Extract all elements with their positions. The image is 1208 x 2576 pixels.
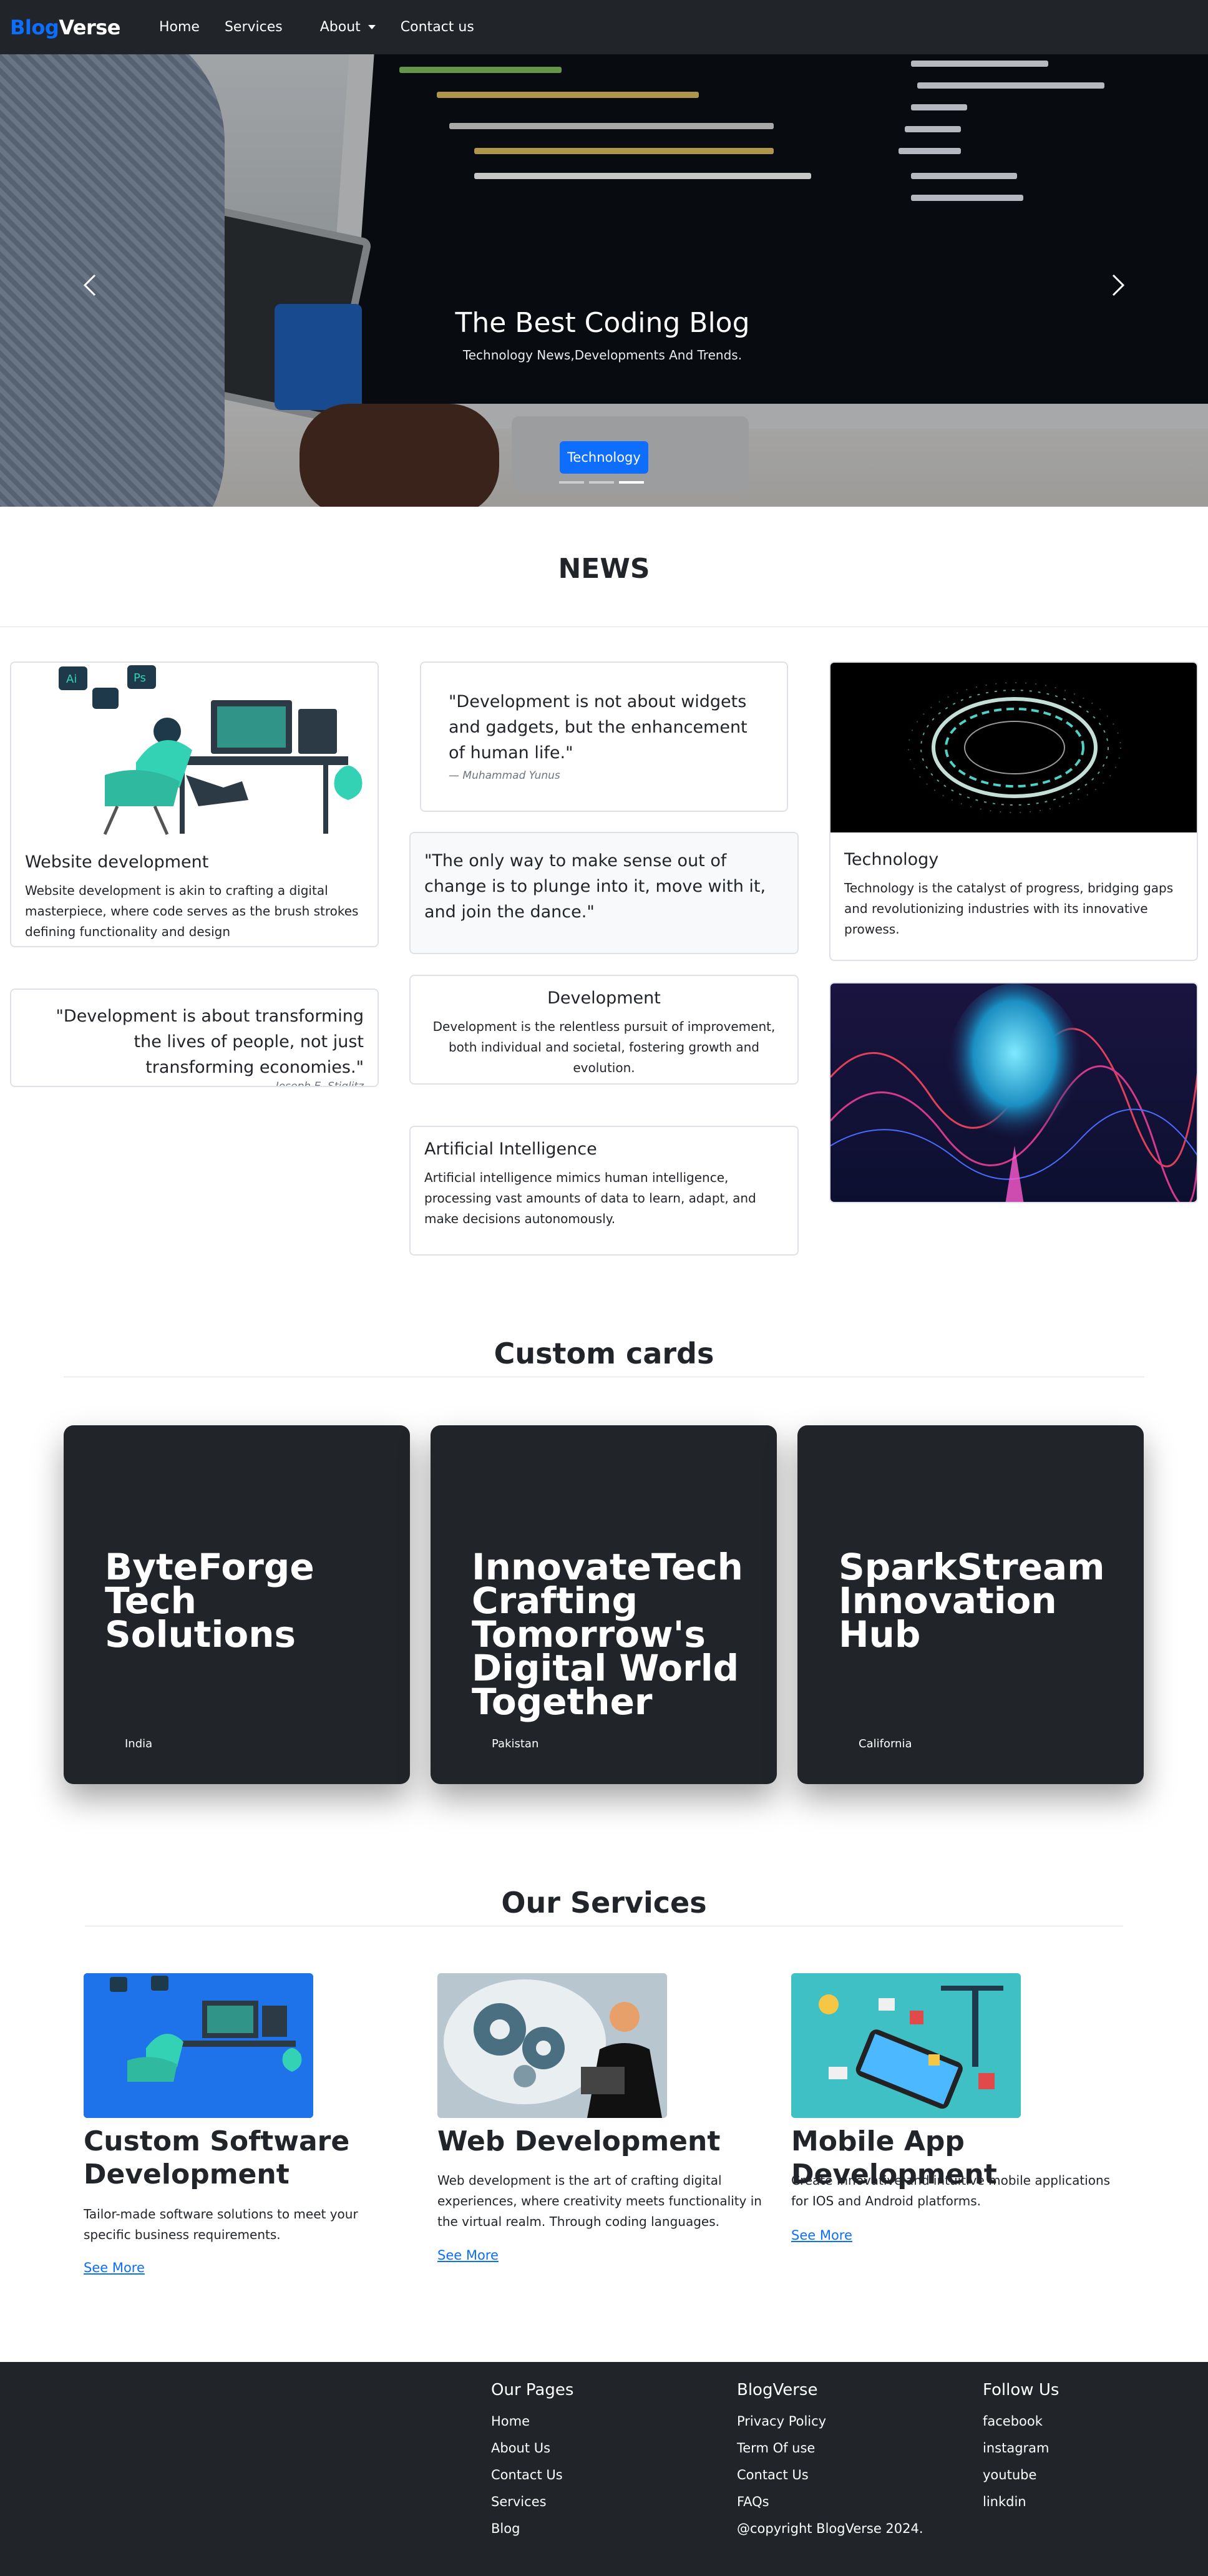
custom-card-location: India bbox=[125, 1737, 153, 1750]
custom-card-title: ByteForge Tech Solutions bbox=[105, 1546, 314, 1656]
software-illustration bbox=[84, 1973, 313, 2118]
footer-link-services[interactable]: Services bbox=[491, 2489, 573, 2515]
quote-text: "The only way to make sense out of chang… bbox=[424, 851, 766, 922]
service-see-more-link[interactable]: See More bbox=[437, 2248, 499, 2263]
web-dev-illustration bbox=[437, 1973, 667, 2118]
nav-contact[interactable]: Contact us bbox=[388, 19, 487, 35]
service-text: Create innovative and intuitive mobile a… bbox=[791, 2173, 1111, 2208]
quote-text: "Development is about transforming the l… bbox=[56, 1007, 364, 1077]
service-image-software bbox=[84, 1973, 313, 2118]
footer-heading: Our Pages bbox=[491, 2381, 574, 2399]
quote-text: "Development is not about widgets and ga… bbox=[449, 692, 748, 763]
service-image-web bbox=[437, 1973, 667, 2118]
carousel-prev-button[interactable] bbox=[77, 273, 102, 298]
technology-button[interactable]: Technology bbox=[560, 441, 648, 474]
card-title: Technology bbox=[844, 850, 939, 869]
card-ai-image bbox=[829, 982, 1198, 1203]
technology-ring-image bbox=[830, 663, 1197, 832]
footer-link-about-us[interactable]: About Us bbox=[491, 2435, 573, 2462]
card-development: Development Development is the relentles… bbox=[409, 975, 799, 1085]
card-text: Development is the relentless pursuit of… bbox=[432, 1019, 776, 1075]
carousel-indicator-1[interactable] bbox=[559, 481, 584, 484]
navbar: BlogVerse Home Services About Contact us bbox=[0, 0, 1208, 54]
carousel-caption: The Best Coding Blog Technology News,Dev… bbox=[0, 307, 1208, 363]
developer-illustration: Ai Ps bbox=[11, 663, 378, 837]
hero-title: The Best Coding Blog bbox=[455, 307, 750, 339]
service-see-more-link[interactable]: See More bbox=[791, 2228, 852, 2243]
chevron-down-icon bbox=[368, 25, 376, 29]
nav-menu: Home Services About Contact us bbox=[147, 19, 487, 35]
footer-heading: Follow Us bbox=[983, 2381, 1059, 2399]
footer-link-faqs[interactable]: FAQs bbox=[737, 2489, 923, 2515]
footer-link-blog[interactable]: Blog bbox=[491, 2515, 573, 2542]
news-heading: NEWS bbox=[558, 553, 650, 585]
footer-link-privacy-policy[interactable]: Privacy Policy bbox=[737, 2408, 923, 2435]
carousel-next-button[interactable] bbox=[1106, 273, 1131, 298]
card-artificial-intelligence: Artificial Intelligence Artificial intel… bbox=[409, 1126, 799, 1256]
nav-about-dropdown[interactable]: About bbox=[308, 19, 388, 35]
hero-carousel: The Best Coding Blog Technology News,Dev… bbox=[0, 54, 1208, 507]
nav-home[interactable]: Home bbox=[147, 19, 212, 35]
quote-card-change: "The only way to make sense out of chang… bbox=[409, 832, 799, 954]
nav-about-label: About bbox=[319, 19, 361, 35]
brand-part-verse: Verse bbox=[59, 15, 120, 39]
card-text: Artificial intelligence mimics human int… bbox=[424, 1170, 756, 1226]
footer-link-youtube[interactable]: youtube bbox=[983, 2462, 1059, 2489]
hero-overlay bbox=[0, 54, 1208, 507]
footer-link-contact[interactable]: Contact Us bbox=[737, 2462, 923, 2489]
quote-card-yunus: "Development is not about widgets and ga… bbox=[420, 661, 788, 812]
custom-card-sparkstream[interactable]: SparkStream Innovation Hub California bbox=[797, 1425, 1144, 1784]
service-text: Tailor-made software solutions to meet y… bbox=[84, 2207, 358, 2242]
card-title: Website development bbox=[25, 852, 209, 872]
footer-link-home[interactable]: Home bbox=[491, 2408, 573, 2435]
quote-author: — Joseph E. Stiglitz bbox=[261, 1080, 364, 1087]
card-title: Artificial Intelligence bbox=[424, 1139, 597, 1159]
footer-link-terms[interactable]: Term Of use bbox=[737, 2435, 923, 2462]
custom-card-innovatetech[interactable]: InnovateTech Crafting Tomorrow's Digital… bbox=[431, 1425, 777, 1784]
card-text: Technology is the catalyst of progress, … bbox=[844, 881, 1174, 937]
carousel-indicator-3[interactable] bbox=[619, 481, 644, 484]
carousel-indicators bbox=[559, 481, 644, 484]
footer-col-our-pages: Our Pages Home About Us Contact Us Servi… bbox=[491, 2381, 573, 2542]
service-title: Web Development bbox=[437, 2125, 721, 2157]
ai-face-image bbox=[830, 983, 1197, 1202]
brand-part-blog: Blog bbox=[10, 15, 59, 39]
svg-text:Ai: Ai bbox=[66, 673, 77, 686]
card-technology: Technology Technology is the catalyst of… bbox=[829, 661, 1198, 961]
hero-subtitle: Technology News,Developments And Trends. bbox=[462, 348, 743, 363]
service-title: Custom Software Development bbox=[84, 2125, 350, 2190]
quote-card-stiglitz: "Development is about transforming the l… bbox=[10, 988, 379, 1087]
custom-cards-heading: Custom cards bbox=[494, 1337, 714, 1370]
card-text: Website development is akin to crafting … bbox=[25, 883, 359, 939]
custom-card-title: SparkStream Innovation Hub bbox=[839, 1546, 1105, 1656]
quote-author: — Muhammad Yunus bbox=[449, 769, 560, 782]
card-website-development: Ai Ps Website development Website develo… bbox=[10, 661, 379, 947]
chevron-left-icon bbox=[83, 274, 96, 296]
chevron-right-icon bbox=[1112, 274, 1125, 296]
service-see-more-link[interactable]: See More bbox=[84, 2260, 145, 2275]
svg-text:Ps: Ps bbox=[134, 671, 146, 685]
brand-logo[interactable]: BlogVerse bbox=[10, 16, 120, 39]
custom-card-byteforge[interactable]: ByteForge Tech Solutions India bbox=[64, 1425, 410, 1784]
service-image-mobile bbox=[791, 1973, 1021, 2118]
custom-card-location: Pakistan bbox=[492, 1737, 539, 1750]
services-heading: Our Services bbox=[501, 1886, 707, 1920]
mobile-app-illustration bbox=[791, 1973, 1021, 2118]
footer-link-facebook[interactable]: facebook bbox=[983, 2408, 1059, 2435]
footer-link-linkedin[interactable]: linkdin bbox=[983, 2489, 1059, 2515]
card-title: Development bbox=[547, 988, 661, 1008]
service-text: Web development is the art of crafting d… bbox=[437, 2173, 762, 2229]
footer-col-blogverse: BlogVerse Privacy Policy Term Of use Con… bbox=[737, 2381, 923, 2542]
footer-col-follow-us: Follow Us facebook instagram youtube lin… bbox=[983, 2381, 1059, 2515]
footer-link-instagram[interactable]: instagram bbox=[983, 2435, 1059, 2462]
footer-copyright: @copyright BlogVerse 2024. bbox=[737, 2521, 923, 2536]
nav-services[interactable]: Services bbox=[212, 19, 295, 35]
custom-card-location: California bbox=[859, 1737, 912, 1750]
custom-card-title: InnovateTech Crafting Tomorrow's Digital… bbox=[472, 1546, 743, 1723]
carousel-indicator-2[interactable] bbox=[589, 481, 614, 484]
footer-heading: BlogVerse bbox=[737, 2381, 818, 2399]
footer-link-contact-us[interactable]: Contact Us bbox=[491, 2462, 573, 2489]
